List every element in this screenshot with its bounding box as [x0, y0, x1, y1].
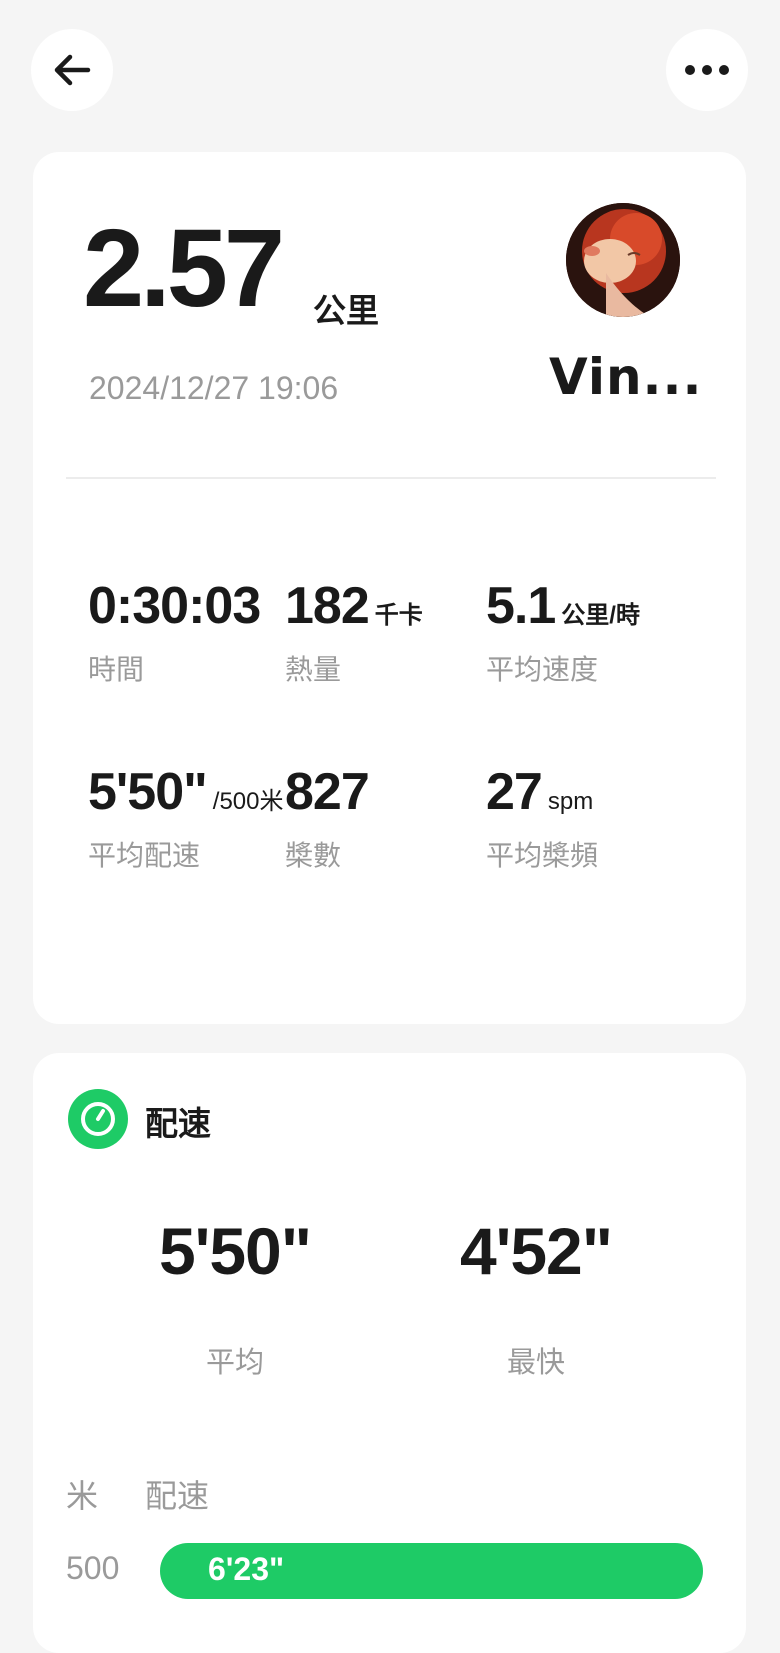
split-pace-bar: 6'23": [160, 1543, 703, 1599]
stat-stroke-rate-label: 平均槳頻: [486, 839, 599, 872]
divider: [66, 477, 716, 479]
stat-avg-speed-unit: 公里/時: [561, 602, 640, 629]
distance-unit: 公里: [313, 291, 379, 330]
workout-datetime: 2024/12/27 19:06: [89, 370, 339, 406]
pace-section-title: 配速: [145, 1104, 211, 1143]
stat-stroke-rate: 27 spm 平均槳頻: [486, 766, 598, 874]
stat-duration-label: 時間: [88, 653, 145, 686]
stat-calories-unit: 千卡: [374, 602, 423, 629]
stat-strokes-value: 827: [285, 763, 370, 821]
distance-value: 2.57: [83, 207, 285, 330]
avatar[interactable]: [566, 203, 680, 317]
stat-avg-pace-unit: /500米: [212, 788, 284, 815]
pace-average-value: 5'50": [158, 1214, 312, 1288]
speedometer-icon: [68, 1089, 128, 1149]
more-button[interactable]: [666, 29, 748, 111]
stat-strokes: 827 槳數: [285, 763, 370, 874]
split-pace-value: 6'23": [208, 1551, 285, 1587]
workout-summary-card: 2.57 公里 2024/12/27 19:06 Vin... 0:30:03 …: [33, 152, 746, 1024]
stat-avg-pace-value: 5'50": [88, 763, 208, 821]
pace-fastest-value: 4'52": [459, 1214, 613, 1288]
stat-avg-pace: 5'50"/500米 平均配速: [88, 766, 284, 874]
column-header-pace: 配速: [145, 1477, 210, 1515]
pace-card: 配速 5'50" 平均 4'52" 最快 米 配速 500 6'23": [33, 1053, 746, 1653]
split-meter: 500: [66, 1550, 120, 1586]
column-header-meter: 米: [66, 1477, 99, 1515]
stat-avg-speed: 5.1 公里/時 平均速度: [486, 580, 640, 688]
user-name: Vin...: [549, 348, 703, 406]
stat-calories-value: 182: [285, 577, 370, 635]
stat-calories-label: 熱量: [285, 653, 342, 686]
stat-strokes-label: 槳數: [285, 839, 342, 872]
pace-fastest-label: 最快: [506, 1345, 565, 1379]
arrow-left-icon: [54, 54, 91, 86]
stat-avg-speed-value: 5.1: [486, 577, 556, 635]
stat-avg-speed-label: 平均速度: [486, 653, 599, 686]
stat-avg-pace-label: 平均配速: [88, 839, 201, 872]
stat-duration: 0:30:03 時間: [88, 577, 261, 688]
stat-duration-value: 0:30:03: [88, 577, 261, 635]
stat-stroke-rate-value: 27: [486, 763, 543, 821]
stat-calories: 182 千卡 熱量: [285, 580, 423, 688]
pace-average-label: 平均: [205, 1345, 264, 1379]
more-horizontal-icon: [685, 65, 729, 75]
back-button[interactable]: [31, 29, 113, 111]
stat-stroke-rate-unit: spm: [547, 788, 594, 815]
